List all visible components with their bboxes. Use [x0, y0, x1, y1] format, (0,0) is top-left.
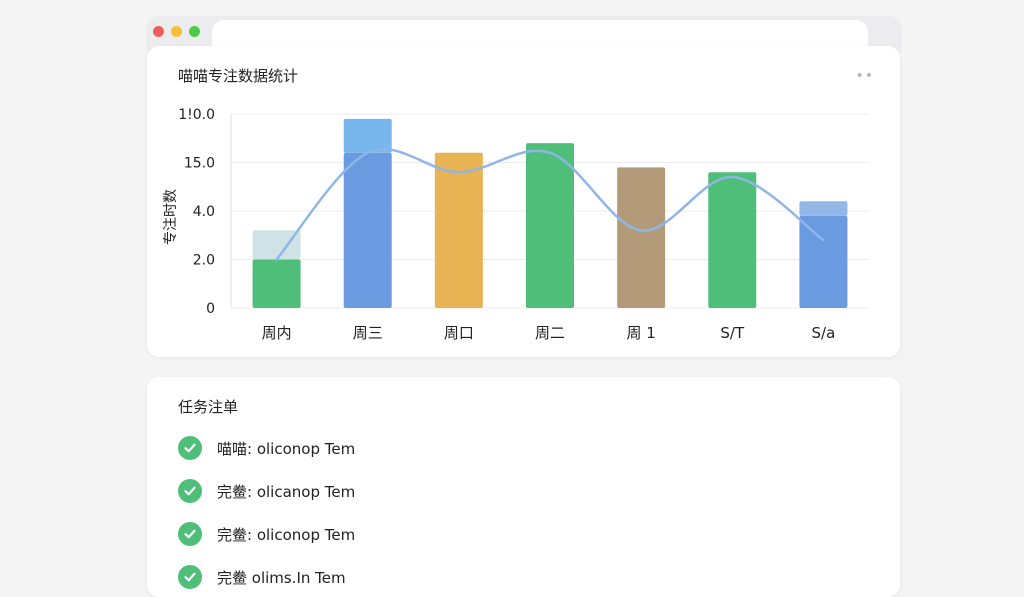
task-item[interactable]: 完鲞: oliconop Tem	[178, 520, 355, 548]
y-tick-label: 15.0	[184, 156, 215, 172]
task-label: 喵喵: oliconop Tem	[217, 438, 355, 459]
y-tick-label: 4.0	[193, 204, 215, 220]
task-label: 完鲞 olims.In Tem	[217, 567, 346, 588]
x-tick-label: 周三	[353, 324, 383, 342]
x-tick-label: 周口	[444, 324, 474, 342]
x-tick-label: S/T	[720, 324, 745, 342]
y-tick-label: 0	[206, 301, 215, 317]
x-tick-label: 周 1	[626, 324, 655, 342]
task-label: 完鲞: olicanop Tem	[217, 481, 355, 502]
chart-card: 喵喵专注数据统计 •• 02.04.015.01!0.0专注时数周内周三周口周二…	[147, 46, 900, 357]
check-circle-icon[interactable]	[178, 565, 202, 589]
task-card-title: 任务注单	[178, 396, 238, 417]
task-item[interactable]: 完鲞 olims.In Tem	[178, 563, 346, 591]
x-tick-label: 周内	[262, 324, 292, 342]
bar-upper-segment	[344, 119, 392, 153]
maximize-window-icon[interactable]	[189, 26, 200, 37]
y-axis-label: 专注时数	[163, 189, 179, 245]
task-label: 完鲞: oliconop Tem	[217, 524, 355, 545]
bar-upper-segment	[799, 201, 847, 216]
y-tick-label: 2.0	[193, 253, 215, 269]
bar	[435, 153, 483, 308]
bar	[708, 172, 756, 308]
bar	[526, 143, 574, 308]
check-circle-icon[interactable]	[178, 522, 202, 546]
x-tick-label: 周二	[535, 324, 565, 342]
task-item[interactable]: 完鲞: olicanop Tem	[178, 477, 355, 505]
check-circle-icon[interactable]	[178, 436, 202, 460]
task-card: 任务注单 喵喵: oliconop Tem 完鲞: olicanop Tem 完鲞:…	[147, 377, 900, 597]
minimize-window-icon[interactable]	[171, 26, 182, 37]
bar	[253, 260, 301, 309]
close-window-icon[interactable]	[153, 26, 164, 37]
focus-bar-chart: 0 2.0 4.0 15.0 1!0.0 专注时数周内 周三 周口 周二 周 1 S/T S/a	[147, 46, 900, 357]
task-item[interactable]: 喵喵: oliconop Tem	[178, 434, 355, 462]
bar	[617, 167, 665, 308]
x-tick-label: S/a	[812, 324, 836, 342]
bar	[799, 216, 847, 308]
y-tick-label: 1!0.0	[178, 107, 215, 123]
bar	[344, 153, 392, 308]
check-circle-icon[interactable]	[178, 479, 202, 503]
